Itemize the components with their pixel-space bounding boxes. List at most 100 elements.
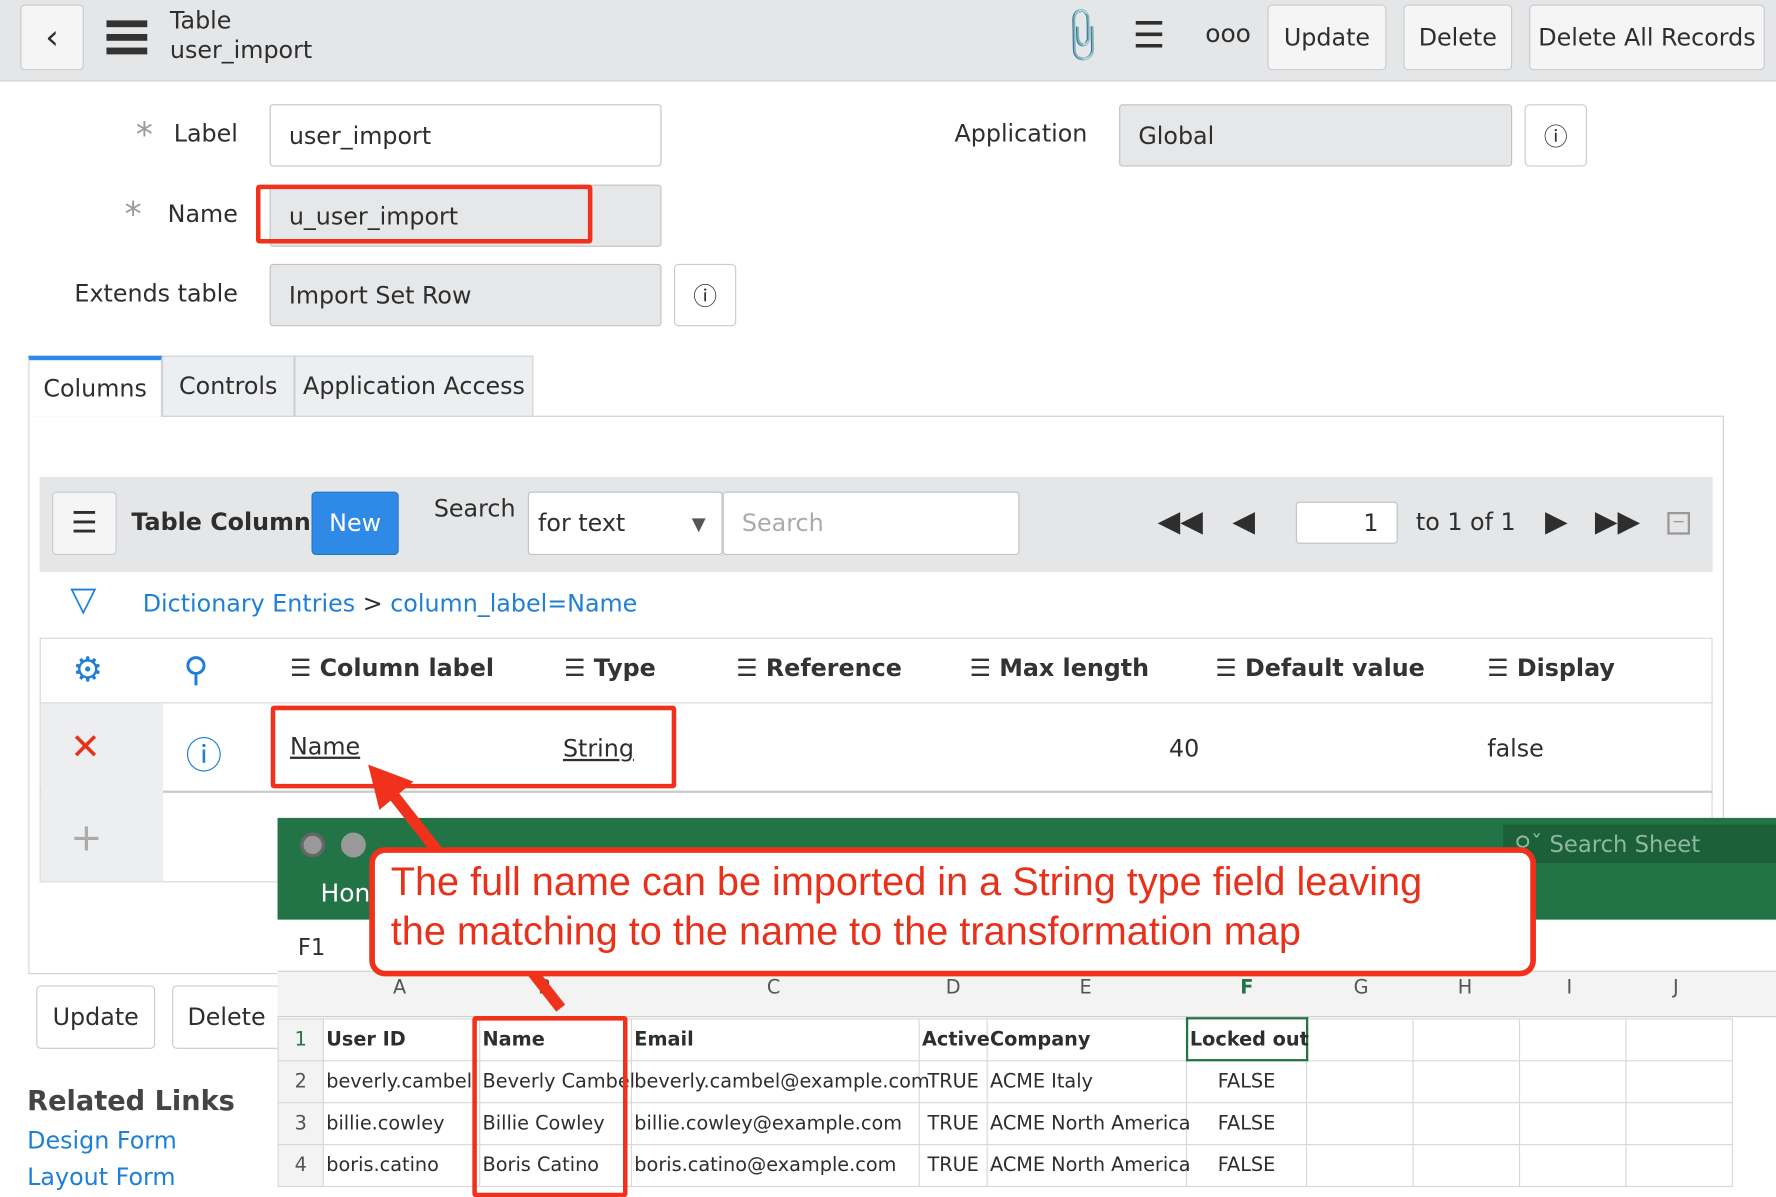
tab-controls[interactable]: Controls: [161, 355, 295, 417]
header-subtitle: user_import: [169, 36, 313, 64]
last-page-icon[interactable]: ▶▶: [1595, 505, 1640, 539]
sheet-cell[interactable]: Company: [986, 1017, 1188, 1061]
col-g[interactable]: G: [1354, 976, 1369, 999]
sheet-cell[interactable]: TRUE: [918, 1143, 988, 1187]
search-sheet-input[interactable]: ⚲ˇ Search Sheet: [1503, 824, 1776, 864]
update-button[interactable]: Update: [1267, 4, 1387, 71]
col-i[interactable]: I: [1567, 976, 1573, 999]
label-input[interactable]: user_import: [269, 104, 662, 167]
page-input[interactable]: 1: [1295, 501, 1398, 544]
sheet-cell[interactable]: Email: [630, 1017, 920, 1061]
sheet-cell[interactable]: [1306, 1017, 1414, 1061]
collapse-icon[interactable]: −: [1667, 511, 1690, 535]
previous-page-icon[interactable]: ◀: [1232, 505, 1255, 539]
sheet-cell[interactable]: [1518, 1017, 1627, 1061]
bottom-delete-button[interactable]: Delete: [172, 985, 281, 1049]
new-button[interactable]: New: [311, 491, 399, 556]
callout-line-2: the matching to the name to the transfor…: [390, 909, 1301, 954]
search-type-select[interactable]: for text ▼: [527, 491, 723, 556]
col-h[interactable]: H: [1458, 976, 1472, 999]
column-header-text: Default value: [1244, 654, 1425, 682]
sheet-cell[interactable]: [1625, 1017, 1734, 1061]
related-links-title: Related Links: [27, 1085, 235, 1117]
row-number[interactable]: 3: [277, 1101, 324, 1145]
col-d[interactable]: D: [946, 976, 961, 999]
info-icon[interactable]: ⓘ: [1524, 104, 1587, 167]
layout-form-link[interactable]: Layout Form: [27, 1163, 175, 1190]
info-icon[interactable]: ⓘ: [673, 263, 737, 327]
column-header-text: Max length: [999, 654, 1150, 682]
column-header-type[interactable]: ☰ Type: [564, 655, 656, 682]
sheet-cell[interactable]: [1412, 1059, 1521, 1103]
add-row-icon[interactable]: +: [70, 816, 102, 861]
sheet-cell[interactable]: ACME North America: [986, 1143, 1191, 1187]
sheet-cell[interactable]: [1625, 1143, 1734, 1187]
gear-icon[interactable]: ⚙: [72, 650, 102, 690]
sheet-cell[interactable]: [1518, 1101, 1627, 1145]
col-e[interactable]: E: [1079, 976, 1091, 999]
list-menu-icon[interactable]: ☰: [52, 491, 117, 556]
col-c[interactable]: C: [767, 976, 780, 999]
info-icon[interactable]: ⓘ: [186, 727, 222, 779]
back-button[interactable]: ‹: [20, 4, 84, 71]
settings-sliders-icon[interactable]: ☰: [1133, 14, 1165, 57]
sheet-cell[interactable]: billie.cowley: [322, 1101, 481, 1145]
more-options-icon[interactable]: ooo: [1205, 20, 1251, 48]
sheet-cell[interactable]: [1306, 1101, 1414, 1145]
delete-row-icon[interactable]: ✕: [70, 725, 100, 768]
filter-icon[interactable]: ▽: [70, 580, 96, 620]
delete-all-records-button[interactable]: Delete All Records: [1529, 4, 1765, 71]
sheet-cell[interactable]: [1518, 1059, 1627, 1103]
col-f[interactable]: F: [1240, 976, 1253, 999]
label-label: Label: [173, 120, 238, 148]
sheet-cell[interactable]: Locked out: [1185, 1017, 1309, 1062]
breadcrumb-filter[interactable]: column_label=Name: [390, 590, 637, 617]
sheet-cell[interactable]: beverly.cambel: [322, 1059, 481, 1103]
sheet-cell[interactable]: ACME North America: [986, 1101, 1191, 1145]
row-number[interactable]: 1: [277, 1017, 324, 1061]
breadcrumb-root[interactable]: Dictionary Entries: [143, 590, 355, 617]
tab-application-access[interactable]: Application Access: [294, 355, 534, 417]
close-window-icon[interactable]: [300, 832, 326, 858]
column-header-label[interactable]: ☰ Column label: [290, 655, 494, 682]
delete-button[interactable]: Delete: [1403, 4, 1513, 71]
bottom-update-button[interactable]: Update: [36, 985, 156, 1049]
column-header-max-length[interactable]: ☰ Max length: [970, 655, 1150, 682]
sheet-cell[interactable]: boris.catino: [322, 1143, 481, 1187]
search-icon[interactable]: ⚲: [183, 650, 208, 690]
sheet-cell[interactable]: [1412, 1017, 1521, 1061]
sheet-cell[interactable]: billie.cowley@example.com: [630, 1101, 920, 1145]
sheet-cell[interactable]: FALSE: [1185, 1143, 1308, 1187]
sheet-cell[interactable]: FALSE: [1185, 1101, 1308, 1145]
sheet-cell[interactable]: FALSE: [1185, 1059, 1308, 1103]
column-header-default-value[interactable]: ☰ Default value: [1215, 655, 1424, 682]
tab-columns[interactable]: Columns: [28, 355, 162, 417]
search-input[interactable]: Search: [722, 491, 1020, 556]
column-header-reference[interactable]: ☰ Reference: [736, 655, 902, 682]
column-header-display[interactable]: ☰ Display: [1487, 655, 1615, 682]
sheet-cell[interactable]: [1412, 1143, 1521, 1187]
column-header-text: Display: [1516, 654, 1615, 682]
sheet-cell[interactable]: [1625, 1101, 1734, 1145]
sheet-cell[interactable]: Active: [918, 1017, 990, 1061]
sheet-cell[interactable]: [1625, 1059, 1734, 1103]
menu-icon[interactable]: [106, 20, 148, 55]
row-number[interactable]: 4: [277, 1143, 324, 1187]
row-number[interactable]: 2: [277, 1059, 324, 1103]
sheet-cell[interactable]: [1412, 1101, 1521, 1145]
sheet-cell[interactable]: ACME Italy: [986, 1059, 1188, 1103]
sheet-cell[interactable]: [1306, 1059, 1414, 1103]
next-page-icon[interactable]: ▶: [1545, 505, 1568, 539]
design-form-link[interactable]: Design Form: [27, 1127, 177, 1154]
sheet-cell[interactable]: [1518, 1143, 1627, 1187]
first-page-icon[interactable]: ◀◀: [1158, 505, 1203, 539]
sheet-cell[interactable]: TRUE: [918, 1101, 988, 1145]
sheet-cell[interactable]: beverly.cambel@example.com: [630, 1059, 930, 1103]
application-input[interactable]: Global: [1119, 104, 1513, 167]
extends-table-input[interactable]: Import Set Row: [269, 263, 662, 327]
chevron-down-icon: ▼: [691, 512, 706, 535]
sheet-cell[interactable]: [1306, 1143, 1414, 1187]
col-j[interactable]: J: [1673, 976, 1679, 999]
sheet-cell[interactable]: boris.catino@example.com: [630, 1143, 920, 1187]
sheet-cell[interactable]: TRUE: [918, 1059, 988, 1103]
